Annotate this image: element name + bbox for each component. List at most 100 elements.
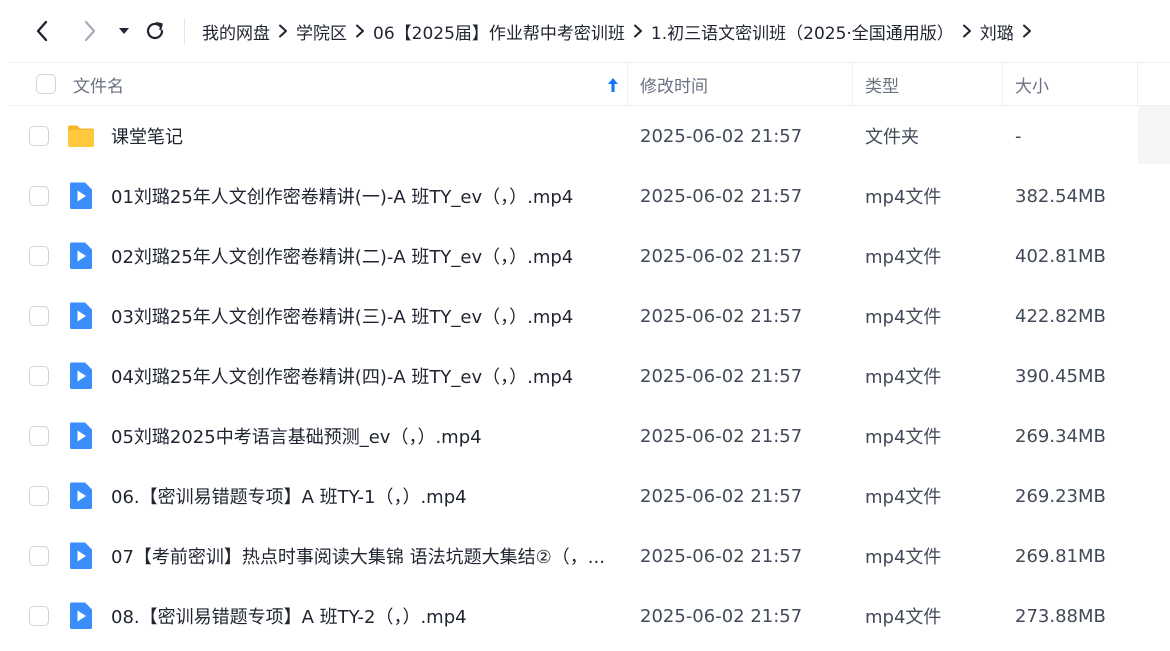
file-size: - xyxy=(1015,125,1022,147)
folder-icon xyxy=(68,125,94,147)
table-row[interactable]: 08.【密训易错题专项】A 班TY-2（，）.mp4 2025-06-02 21… xyxy=(8,586,1170,646)
column-header-size-label: 大小 xyxy=(1015,77,1049,97)
row-checkbox[interactable] xyxy=(29,306,49,326)
file-name-cell: 03刘璐25年人文创作密卷精讲(三)-A 班TY_ev（，）.mp4 xyxy=(111,286,616,346)
file-name-cell: 02刘璐25年人文创作密卷精讲(二)-A 班TY_ev（，）.mp4 xyxy=(111,226,616,286)
breadcrumb-item-current[interactable]: 刘璐 xyxy=(980,19,1014,44)
file-size: 422.82MB xyxy=(1015,305,1106,327)
nav-divider xyxy=(184,18,185,44)
table-row[interactable]: 课堂笔记 2025-06-02 21:57 文件夹 - xyxy=(8,106,1170,166)
refresh-button[interactable] xyxy=(140,16,170,46)
column-header-modified[interactable]: 修改时间 xyxy=(640,63,708,106)
file-name-cell: 08.【密训易错题专项】A 班TY-2（，）.mp4 xyxy=(111,586,616,646)
table-row[interactable]: 01刘璐25年人文创作密卷精讲(一)-A 班TY_ev（，）.mp4 2025-… xyxy=(8,166,1170,226)
row-checkbox[interactable] xyxy=(29,186,49,206)
sort-ascending-icon[interactable] xyxy=(606,77,620,93)
row-checkbox[interactable] xyxy=(29,486,49,506)
video-file-icon xyxy=(70,482,92,509)
chevron-right-icon xyxy=(84,20,96,42)
file-type: mp4文件 xyxy=(865,307,942,328)
column-header-name-label: 文件名 xyxy=(73,77,124,97)
column-divider[interactable] xyxy=(1137,63,1138,106)
column-divider[interactable] xyxy=(852,63,853,106)
file-size: 382.54MB xyxy=(1015,185,1106,207)
column-header-type[interactable]: 类型 xyxy=(865,63,899,106)
file-size: 402.81MB xyxy=(1015,245,1106,267)
row-checkbox[interactable] xyxy=(29,426,49,446)
modified-time: 2025-06-02 21:57 xyxy=(640,425,803,447)
row-checkbox[interactable] xyxy=(29,546,49,566)
file-type: mp4文件 xyxy=(865,367,942,388)
file-type: mp4文件 xyxy=(865,427,942,448)
table-row[interactable]: 05刘璐2025中考语言基础预测_ev（，）.mp4 2025-06-02 21… xyxy=(8,406,1170,466)
column-header-name[interactable]: 文件名 xyxy=(73,63,124,106)
row-checkbox[interactable] xyxy=(29,246,49,266)
file-name: 课堂笔记 xyxy=(111,127,183,148)
file-type: mp4文件 xyxy=(865,487,942,508)
file-name: 02刘璐25年人文创作密卷精讲(二)-A 班TY_ev（，）.mp4 xyxy=(111,247,574,268)
row-checkbox[interactable] xyxy=(29,606,49,626)
file-name: 07【考前密训】热点时事阅读大集锦 语法坑题大集结②（，... xyxy=(111,547,605,568)
breadcrumb-item-class[interactable]: 1.初三语文密训班（2025·全国通用版） xyxy=(651,19,954,44)
file-name-cell: 06.【密训易错题专项】A 班TY-1（，）.mp4 xyxy=(111,466,616,526)
file-type: mp4文件 xyxy=(865,547,942,568)
modified-time: 2025-06-02 21:57 xyxy=(640,485,803,507)
breadcrumb-item-my-drive[interactable]: 我的网盘 xyxy=(202,19,270,44)
file-name-cell: 01刘璐25年人文创作密卷精讲(一)-A 班TY_ev（，）.mp4 xyxy=(111,166,616,226)
column-header-size[interactable]: 大小 xyxy=(1015,63,1049,106)
file-name: 05刘璐2025中考语言基础预测_ev（，）.mp4 xyxy=(111,427,482,448)
history-dropdown-button[interactable] xyxy=(109,16,139,46)
top-navigation-bar: 我的网盘 学院区 06【2025届】作业帮中考密训班 1.初三语文密训班（202… xyxy=(0,0,1170,62)
file-type: mp4文件 xyxy=(865,187,942,208)
breadcrumb: 我的网盘 学院区 06【2025届】作业帮中考密训班 1.初三语文密训班（202… xyxy=(202,0,1170,62)
file-type: mp4文件 xyxy=(865,607,942,628)
file-name-cell: 课堂笔记 xyxy=(111,106,616,166)
video-file-icon xyxy=(70,362,92,389)
table-row[interactable]: 03刘璐25年人文创作密卷精讲(三)-A 班TY_ev（，）.mp4 2025-… xyxy=(8,286,1170,346)
file-size: 390.45MB xyxy=(1015,365,1106,387)
file-name: 08.【密训易错题专项】A 班TY-2（，）.mp4 xyxy=(111,607,467,628)
video-file-icon xyxy=(70,182,92,209)
chevron-left-icon xyxy=(36,20,48,42)
file-size: 269.23MB xyxy=(1015,485,1106,507)
file-type: mp4文件 xyxy=(865,247,942,268)
column-divider[interactable] xyxy=(1002,63,1003,106)
video-file-icon xyxy=(70,422,92,449)
file-size: 269.34MB xyxy=(1015,425,1106,447)
chevron-right-icon xyxy=(625,21,651,41)
back-button[interactable] xyxy=(27,16,57,46)
column-header-type-label: 类型 xyxy=(865,77,899,97)
file-name: 01刘璐25年人文创作密卷精讲(一)-A 班TY_ev（，）.mp4 xyxy=(111,187,574,208)
table-row[interactable]: 04刘璐25年人文创作密卷精讲(四)-A 班TY_ev（，）.mp4 2025-… xyxy=(8,346,1170,406)
file-name: 06.【密训易错题专项】A 班TY-1（，）.mp4 xyxy=(111,487,467,508)
video-file-icon xyxy=(70,242,92,269)
column-header-modified-label: 修改时间 xyxy=(640,77,708,97)
video-file-icon xyxy=(70,542,92,569)
table-row[interactable]: 07【考前密训】热点时事阅读大集锦 语法坑题大集结②（，... 2025-06-… xyxy=(8,526,1170,586)
column-divider[interactable] xyxy=(627,63,628,106)
modified-time: 2025-06-02 21:57 xyxy=(640,605,803,627)
chevron-right-icon xyxy=(954,21,980,41)
modified-time: 2025-06-02 21:57 xyxy=(640,245,803,267)
select-all-checkbox[interactable] xyxy=(36,74,56,94)
file-name: 04刘璐25年人文创作密卷精讲(四)-A 班TY_ev（，）.mp4 xyxy=(111,367,574,388)
modified-time: 2025-06-02 21:57 xyxy=(640,185,803,207)
file-name-cell: 07【考前密训】热点时事阅读大集锦 语法坑题大集结②（，... xyxy=(111,526,616,586)
file-size: 269.81MB xyxy=(1015,545,1106,567)
chevron-right-icon xyxy=(270,21,296,41)
chevron-right-icon xyxy=(347,21,373,41)
breadcrumb-item-academy[interactable]: 学院区 xyxy=(296,19,347,44)
video-file-icon xyxy=(70,602,92,629)
forward-button[interactable] xyxy=(75,16,105,46)
row-checkbox[interactable] xyxy=(29,366,49,386)
file-name: 03刘璐25年人文创作密卷精讲(三)-A 班TY_ev（，）.mp4 xyxy=(111,307,574,328)
file-browser-window: 我的网盘 学院区 06【2025届】作业帮中考密训班 1.初三语文密训班（202… xyxy=(0,0,1170,651)
table-header: 文件名 修改时间 类型 大小 xyxy=(8,62,1170,106)
table-row[interactable]: 02刘璐25年人文创作密卷精讲(二)-A 班TY_ev（，）.mp4 2025-… xyxy=(8,226,1170,286)
file-name-cell: 04刘璐25年人文创作密卷精讲(四)-A 班TY_ev（，）.mp4 xyxy=(111,346,616,406)
file-name-cell: 05刘璐2025中考语言基础预测_ev（，）.mp4 xyxy=(111,406,616,466)
table-row[interactable]: 06.【密训易错题专项】A 班TY-1（，）.mp4 2025-06-02 21… xyxy=(8,466,1170,526)
breadcrumb-item-course[interactable]: 06【2025届】作业帮中考密训班 xyxy=(373,19,625,44)
row-checkbox[interactable] xyxy=(29,126,49,146)
modified-time: 2025-06-02 21:57 xyxy=(640,365,803,387)
